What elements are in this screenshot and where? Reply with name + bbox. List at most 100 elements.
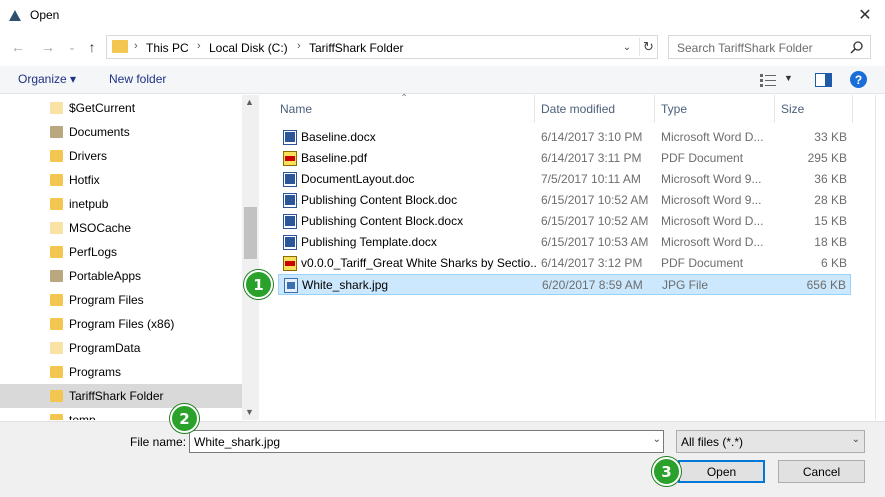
navigation-bar: ← → ⌄ ↑ › This PC › Local Disk (C:) › Ta…: [0, 32, 885, 62]
folder-icon: [50, 246, 63, 258]
search-icon[interactable]: [850, 40, 864, 54]
organize-button[interactable]: Organize ▾: [18, 72, 76, 86]
folder-icon: [50, 198, 63, 210]
scroll-down-icon[interactable]: ▼: [245, 407, 254, 417]
help-icon[interactable]: ?: [850, 71, 867, 88]
column-separator[interactable]: [774, 95, 775, 123]
tree-item-programs[interactable]: Programs: [0, 360, 242, 384]
folder-icon: [112, 40, 128, 53]
chevron-down-icon[interactable]: ⌄: [619, 39, 635, 55]
column-header-type[interactable]: Type: [661, 95, 687, 123]
file-name: Baseline.docx: [301, 130, 376, 144]
filter-value: All files (*.*): [681, 435, 744, 449]
tree-item-label: Drivers: [69, 149, 107, 163]
window-title: Open: [30, 8, 60, 22]
file-type: Microsoft Word 9...: [661, 193, 762, 207]
folder-icon: [50, 102, 63, 114]
cancel-button[interactable]: Cancel: [778, 460, 865, 483]
tree-item-programdata[interactable]: ProgramData: [0, 336, 242, 360]
up-arrow-icon[interactable]: ↑: [82, 38, 102, 56]
tree-item-perflogs[interactable]: PerfLogs: [0, 240, 242, 264]
chevron-down-icon[interactable]: ⌄: [852, 434, 860, 445]
navigation-pane: $GetCurrent Documents Drivers Hotfix ine…: [0, 95, 260, 420]
step-badge-1: 1: [244, 270, 273, 299]
tree-item-tariffshark-folder[interactable]: TariffShark Folder: [0, 384, 242, 408]
folder-icon: [50, 318, 63, 330]
file-date: 6/15/2017 10:52 AM: [541, 214, 649, 228]
tree-item-temp[interactable]: temp: [0, 408, 242, 420]
column-header-size[interactable]: Size: [781, 95, 804, 123]
column-separator[interactable]: [852, 95, 853, 123]
tree-item-msocache[interactable]: MSOCache: [0, 216, 242, 240]
word-doc-icon: [283, 214, 297, 229]
file-date: 6/14/2017 3:11 PM: [541, 151, 642, 165]
tree-item-program-files[interactable]: Program Files: [0, 288, 242, 312]
breadcrumb-local-disk[interactable]: Local Disk (C:): [209, 41, 288, 55]
column-header-date[interactable]: Date modified: [541, 95, 615, 123]
chevron-right-icon: ›: [297, 40, 301, 52]
file-name-label: File name:: [130, 435, 187, 449]
file-row[interactable]: Publishing Content Block.docx 6/15/2017 …: [278, 211, 851, 232]
command-toolbar: Organize ▾ New folder ▼ ?: [0, 66, 885, 94]
tree-item-program-files-x86[interactable]: Program Files (x86): [0, 312, 242, 336]
close-icon[interactable]: ✕: [845, 0, 885, 30]
tree-item-inetpub[interactable]: inetpub: [0, 192, 242, 216]
file-type-filter[interactable]: All files (*.*) ⌄: [676, 430, 865, 453]
open-button[interactable]: Open: [678, 460, 765, 483]
file-name: Publishing Content Block.docx: [301, 214, 464, 228]
folder-icon: [50, 294, 63, 306]
chevron-down-icon[interactable]: ⌄: [653, 434, 661, 445]
tree-item-label: TariffShark Folder: [69, 389, 164, 403]
preview-pane-icon[interactable]: [815, 73, 832, 87]
scrollbar-thumb[interactable]: [244, 207, 257, 259]
file-size: 656 KB: [806, 278, 846, 292]
file-size: 18 KB: [814, 235, 847, 249]
file-row[interactable]: Publishing Template.docx 6/15/2017 10:53…: [278, 232, 851, 253]
column-header-name[interactable]: Name: [280, 95, 312, 123]
tree-item-drivers[interactable]: Drivers: [0, 144, 242, 168]
tree-item-label: Program Files: [69, 293, 144, 307]
special-folder-icon: [50, 270, 63, 282]
new-folder-button[interactable]: New folder: [109, 72, 166, 86]
tree-item-portableapps[interactable]: PortableApps: [0, 264, 242, 288]
file-row-selected[interactable]: White_shark.jpg 6/20/2017 8:59 AM JPG Fi…: [278, 274, 851, 295]
scroll-up-icon[interactable]: ▲: [245, 97, 254, 107]
jpg-icon: [284, 278, 298, 293]
breadcrumb-tariffshark-folder[interactable]: TariffShark Folder: [309, 41, 403, 55]
file-row[interactable]: Publishing Content Block.doc 6/15/2017 1…: [278, 190, 851, 211]
refresh-icon[interactable]: ↻: [639, 38, 657, 56]
folder-icon: [50, 390, 63, 402]
title-bar: Open ✕: [0, 0, 885, 30]
step-badge-2: 2: [170, 404, 199, 433]
file-name-value: White_shark.jpg: [194, 435, 281, 449]
tree-item-hotfix[interactable]: Hotfix: [0, 168, 242, 192]
file-list-scrollbar[interactable]: [875, 95, 885, 420]
file-date: 6/20/2017 8:59 AM: [542, 278, 643, 292]
view-dropdown-icon[interactable]: ▼: [784, 73, 793, 83]
view-options-icon[interactable]: [760, 73, 776, 87]
address-bar[interactable]: › This PC › Local Disk (C:) › TariffShar…: [106, 35, 658, 59]
file-row[interactable]: Baseline.pdf 6/14/2017 3:11 PM PDF Docum…: [278, 148, 851, 169]
file-name: v0.0.0_Tariff_Great White Sharks by Sect…: [301, 256, 536, 270]
column-separator[interactable]: [534, 95, 535, 123]
navigation-scrollbar[interactable]: ▲ ▼: [242, 95, 259, 420]
breadcrumb-this-pc[interactable]: This PC: [146, 41, 189, 55]
file-name-input[interactable]: White_shark.jpg ⌄: [189, 430, 664, 453]
file-row[interactable]: v0.0.0_Tariff_Great White Sharks by Sect…: [278, 253, 851, 274]
forward-arrow-icon[interactable]: →: [38, 38, 58, 56]
column-separator[interactable]: [654, 95, 655, 123]
search-input[interactable]: Search TariffShark Folder: [668, 35, 871, 59]
recent-locations-chevron-icon[interactable]: ⌄: [62, 38, 82, 56]
file-row[interactable]: Baseline.docx 6/14/2017 3:10 PM Microsof…: [278, 127, 851, 148]
file-row[interactable]: DocumentLayout.doc 7/5/2017 10:11 AM Mic…: [278, 169, 851, 190]
pdf-icon: [283, 256, 297, 271]
tree-item-getcurrent[interactable]: $GetCurrent: [0, 96, 242, 120]
folder-icon: [50, 150, 63, 162]
tree-item-label: MSOCache: [69, 221, 132, 235]
back-arrow-icon[interactable]: ←: [8, 38, 28, 56]
file-date: 6/15/2017 10:52 AM: [541, 193, 649, 207]
tree-item-label: Hotfix: [69, 173, 100, 187]
word-doc-icon: [283, 172, 297, 187]
tree-item-documents[interactable]: Documents: [0, 120, 242, 144]
shark-fin-icon: [9, 10, 21, 21]
